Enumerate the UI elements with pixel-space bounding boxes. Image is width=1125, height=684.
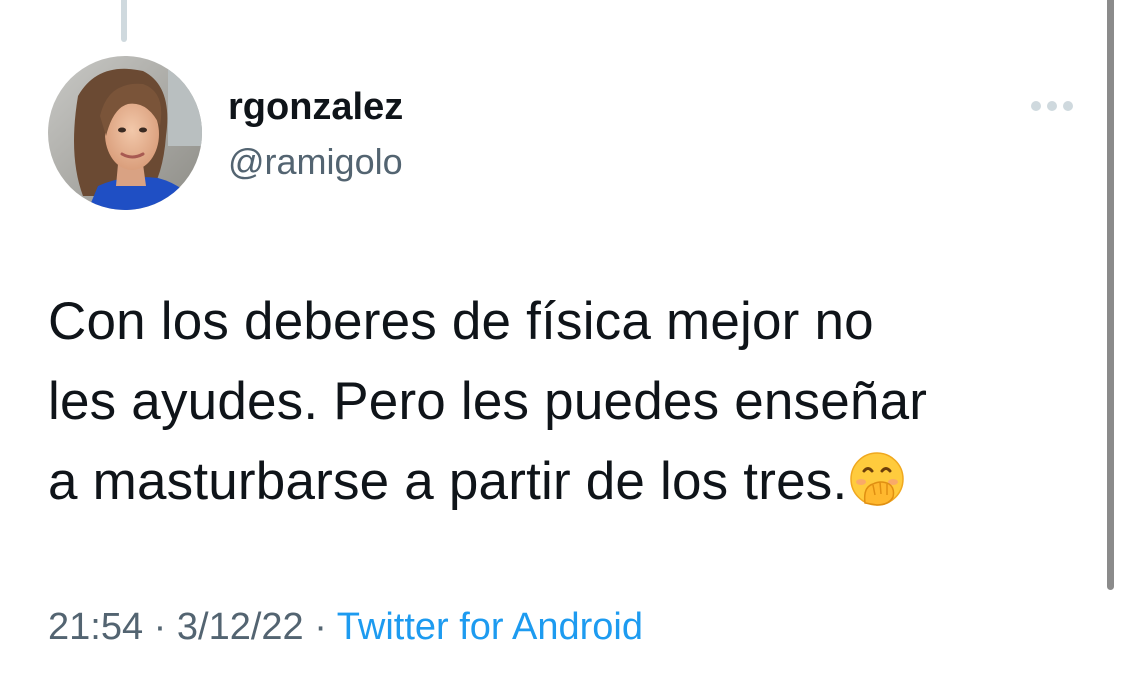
- more-horizontal-icon: [1031, 101, 1073, 111]
- avatar[interactable]: [48, 56, 202, 210]
- face-with-hand-over-mouth-icon: [849, 450, 905, 530]
- thread-connector-line: [121, 0, 127, 42]
- meta-separator: ·: [303, 606, 337, 648]
- tweet-text: Con los deberes de física mejor no les a…: [48, 282, 1088, 530]
- tweet-time: 21:54: [48, 606, 144, 648]
- tweet-text-line: les ayudes. Pero les puedes enseñar: [48, 372, 928, 431]
- tweet-metadata: 21:54 · 3/12/22 · Twitter for Android: [48, 602, 643, 652]
- scrollbar[interactable]: [1107, 0, 1114, 590]
- tweet-source-link[interactable]: Twitter for Android: [337, 606, 643, 648]
- avatar-photo: [48, 56, 202, 210]
- author-display-name[interactable]: rgonzalez: [228, 84, 403, 130]
- more-options-button[interactable]: [1020, 90, 1084, 122]
- tweet-detail-view: rgonzalez @ramigolo Con los deberes de f…: [0, 0, 1125, 684]
- tweet-date: 3/12/22: [176, 606, 304, 648]
- tweet-text-line: Con los deberes de física mejor no: [48, 292, 874, 351]
- meta-separator: ·: [143, 606, 177, 648]
- tweet-text-line: a masturbarse a partir de los tres.: [48, 442, 1088, 530]
- author-handle[interactable]: @ramigolo: [228, 140, 403, 184]
- tweet-text-line-content: a masturbarse a partir de los tres.: [48, 452, 848, 511]
